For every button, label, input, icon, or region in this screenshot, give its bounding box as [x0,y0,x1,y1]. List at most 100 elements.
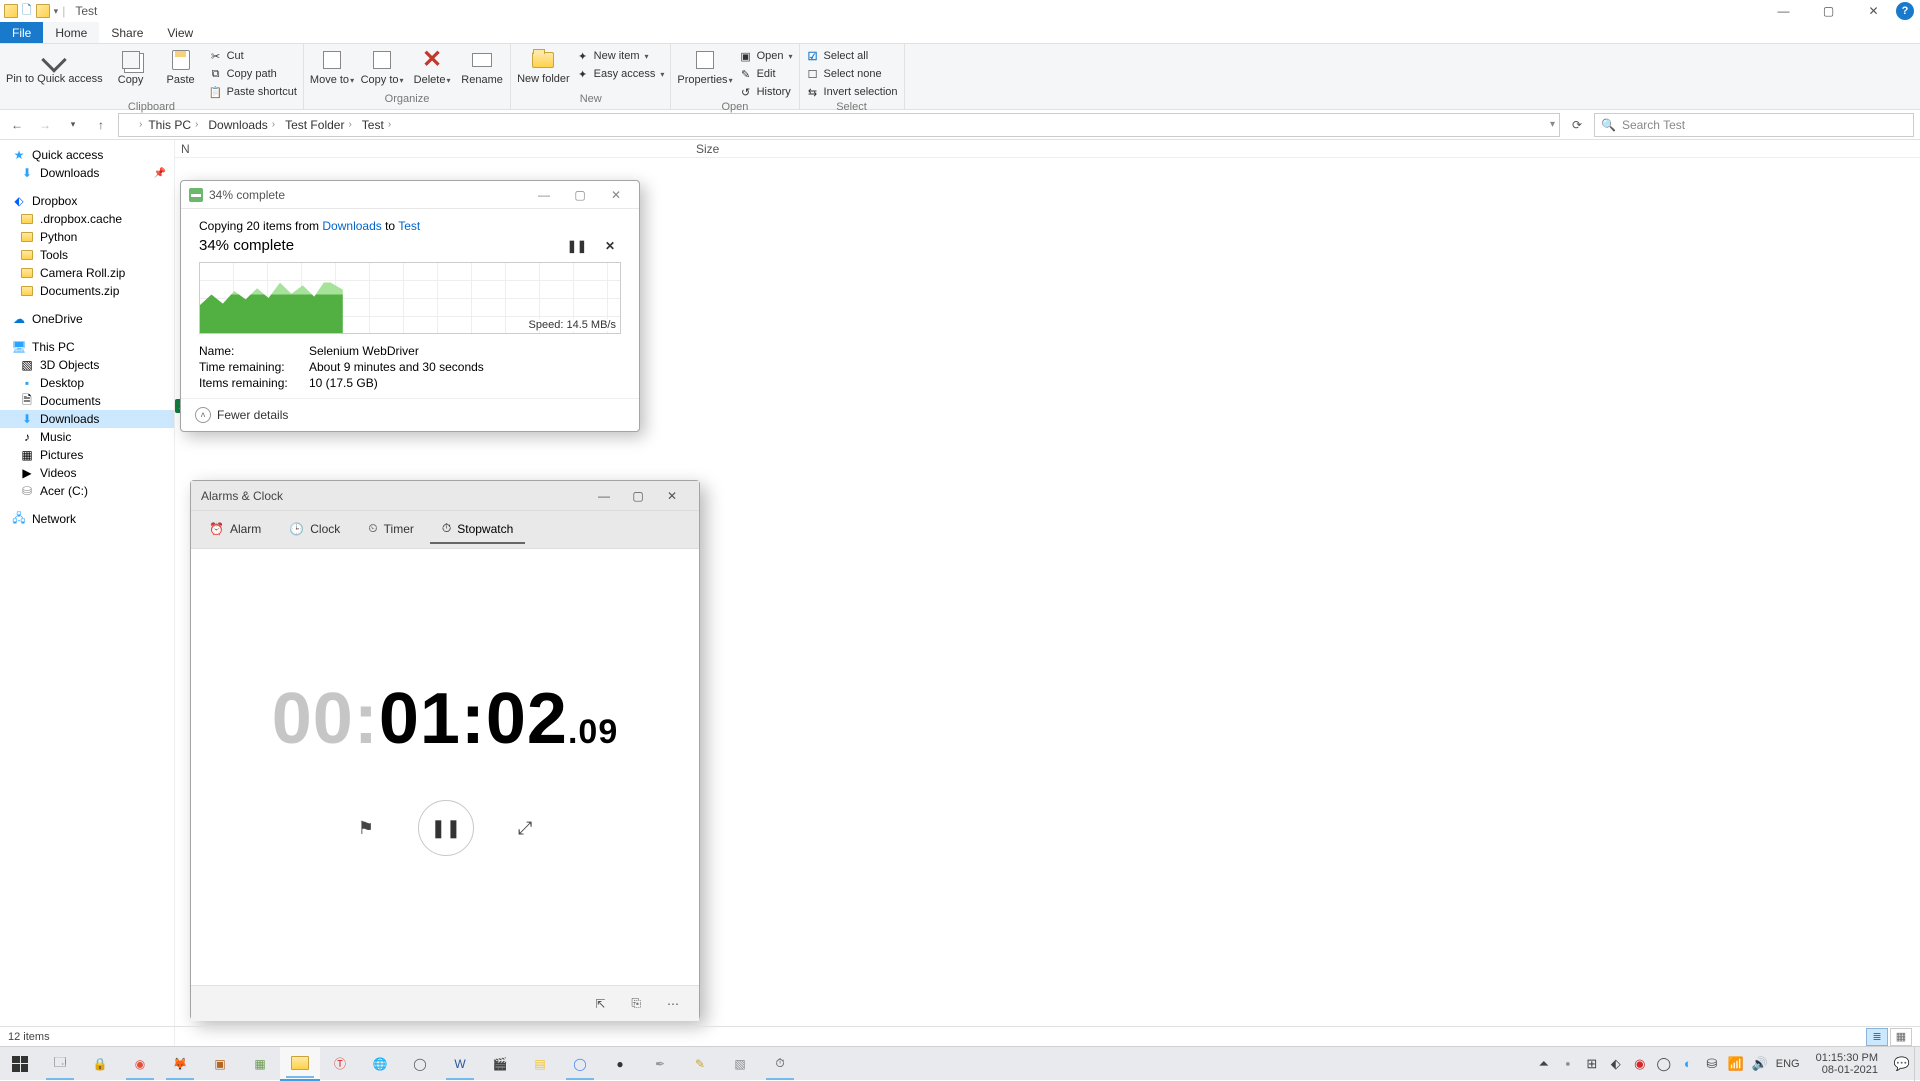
sidebar-item[interactable]: ▪Desktop [0,374,174,392]
taskbar-word[interactable]: W [440,1047,480,1081]
taskbar-app[interactable]: ◉ [120,1047,160,1081]
tab-home[interactable]: Home [43,22,99,43]
paste-shortcut-button[interactable]: 📋Paste shortcut [209,84,297,100]
taskbar-app[interactable]: Ⓣ [320,1047,360,1081]
sidebar-item-downloads[interactable]: ⬇Downloads📌 [0,164,174,182]
easy-access-button[interactable]: ✦Easy access▾ [576,66,665,82]
sidebar-item[interactable]: 🗎Documents [0,392,174,410]
properties-button[interactable]: Properties▾ [677,48,732,86]
tab-clock[interactable]: 🕒Clock [277,516,352,544]
taskbar-explorer[interactable] [280,1047,320,1081]
tray-language[interactable]: ENG [1776,1056,1800,1072]
start-button[interactable] [0,1047,40,1081]
tray-notifications-icon[interactable]: 💬 [1894,1056,1910,1072]
breadcrumb-item[interactable]: Downloads› [204,118,279,132]
back-button[interactable]: ← [6,114,28,136]
qat-save-icon[interactable]: 🗋 [22,1,32,22]
up-button[interactable]: ↑ [90,114,112,136]
column-size[interactable]: Size [696,142,766,156]
tray-clock[interactable]: 01:15:30 PM 08-01-2021 [1808,1052,1886,1076]
column-name[interactable]: N [181,142,576,156]
pause-button[interactable]: ❚❚ [418,800,474,856]
edit-button[interactable]: ✎Edit [739,66,793,82]
share-button[interactable]: ⎘ [631,996,641,1011]
sidebar-item-dropbox[interactable]: ⬖Dropbox [0,192,174,210]
qat-dropdown-icon[interactable]: ▾ [54,6,59,17]
rename-button[interactable]: Rename [460,48,504,86]
new-item-button[interactable]: ✦New item▾ [576,48,665,64]
copy-path-button[interactable]: ⧉Copy path [209,66,297,82]
search-input[interactable]: 🔍 Search Test [1594,113,1914,137]
sidebar-item[interactable]: Tools [0,246,174,264]
tray-volume-icon[interactable]: 🔊 [1752,1056,1768,1072]
select-none-button[interactable]: ☐Select none [806,66,898,82]
sidebar-item-onedrive[interactable]: ☁OneDrive [0,310,174,328]
close-button[interactable]: ✕ [1851,0,1896,22]
sidebar-item[interactable]: Python [0,228,174,246]
close-button[interactable]: ✕ [655,482,689,510]
tray-icon[interactable]: ⏶ [1536,1056,1552,1072]
sidebar-item-quick-access[interactable]: ★Quick access [0,146,174,164]
more-button[interactable]: ⋯ [667,997,679,1011]
delete-button[interactable]: ✕Delete▾ [410,48,454,86]
system-tray[interactable]: ⏶ ▪ ⊞ ⬖ ◉ ◯ ◐ ⛁ 📶 🔊 ENG 01:15:30 PM 08-0… [1536,1052,1914,1076]
address-bar[interactable]: › This PC› Downloads› Test Folder› Test›… [118,113,1560,137]
dialog-titlebar[interactable]: 34% complete — ▢ ✕ [181,181,639,209]
source-link[interactable]: Downloads [322,219,381,233]
tray-dropbox-icon[interactable]: ⬖ [1608,1056,1624,1072]
tab-alarm[interactable]: ⏰Alarm [197,516,273,544]
close-button[interactable]: ✕ [601,184,631,206]
tab-timer[interactable]: ⏲Timer [356,515,426,544]
address-dropdown-icon[interactable]: ▾ [1550,119,1555,130]
taskbar-firefox[interactable]: 🦊 [160,1047,200,1081]
refresh-button[interactable]: ⟳ [1566,114,1588,136]
lap-button[interactable]: ⚑ [358,818,374,839]
tray-icon[interactable]: ◐ [1680,1056,1696,1072]
taskbar-chrome[interactable]: 🌐 [360,1047,400,1081]
tab-stopwatch[interactable]: ⏱Stopwatch [430,515,525,544]
breadcrumb-item[interactable]: Test Folder› [281,118,356,132]
taskbar-app[interactable]: 🎬 [480,1047,520,1081]
history-button[interactable]: ↺History [739,84,793,100]
pin-quick-access-button[interactable]: Pin to Quick access [6,48,103,85]
copy-button[interactable]: Copy [109,48,153,86]
cut-button[interactable]: ✂Cut [209,48,297,64]
destination-link[interactable]: Test [398,219,420,233]
taskbar-app[interactable]: 🔒 [80,1047,120,1081]
taskbar-app[interactable]: ▤ [520,1047,560,1081]
pause-button[interactable]: ❚❚ [567,239,587,253]
sidebar-item[interactable]: ▦Pictures [0,446,174,464]
taskbar-app[interactable]: ◯ [560,1047,600,1081]
breadcrumb-item[interactable]: Test› [358,118,395,132]
icons-view-button[interactable]: ▦ [1890,1028,1912,1046]
sidebar-item[interactable]: ⛁Acer (C:) [0,482,174,500]
details-view-button[interactable]: ≣ [1866,1028,1888,1046]
minimize-button[interactable]: — [529,184,559,206]
tray-icon[interactable]: ⊞ [1584,1056,1600,1072]
maximize-button[interactable]: ▢ [1806,0,1851,22]
taskbar-app[interactable]: ✎ [680,1047,720,1081]
sidebar-item-this-pc[interactable]: 🖥This PC [0,338,174,356]
help-icon[interactable]: ? [1896,2,1914,20]
tray-icon[interactable]: ⛁ [1704,1056,1720,1072]
show-desktop-button[interactable] [1914,1047,1920,1081]
taskbar-alarms[interactable]: ⏱ [760,1047,800,1081]
tray-icon[interactable]: ◯ [1656,1056,1672,1072]
taskbar-app[interactable]: ▣ [200,1047,240,1081]
paste-button[interactable]: Paste [159,48,203,86]
open-button[interactable]: ▣Open▾ [739,48,793,64]
sidebar-item[interactable]: ▶Videos [0,464,174,482]
sidebar-item-downloads[interactable]: ⬇Downloads [0,410,174,428]
breadcrumb-item[interactable]: This PC› [144,118,202,132]
alarms-titlebar[interactable]: Alarms & Clock — ▢ ✕ [191,481,699,511]
tab-file[interactable]: File [0,22,43,43]
column-headers[interactable]: N Size [175,140,1920,158]
tab-share[interactable]: Share [99,22,155,43]
expand-button[interactable]: ⤢ [518,818,532,839]
sidebar-item[interactable]: Documents.zip [0,282,174,300]
maximize-button[interactable]: ▢ [621,482,655,510]
tray-icon[interactable]: ▪ [1560,1056,1576,1072]
cancel-button[interactable]: ✕ [605,239,615,253]
minimize-button[interactable]: — [1761,0,1806,22]
taskbar-app[interactable]: ▧ [720,1047,760,1081]
